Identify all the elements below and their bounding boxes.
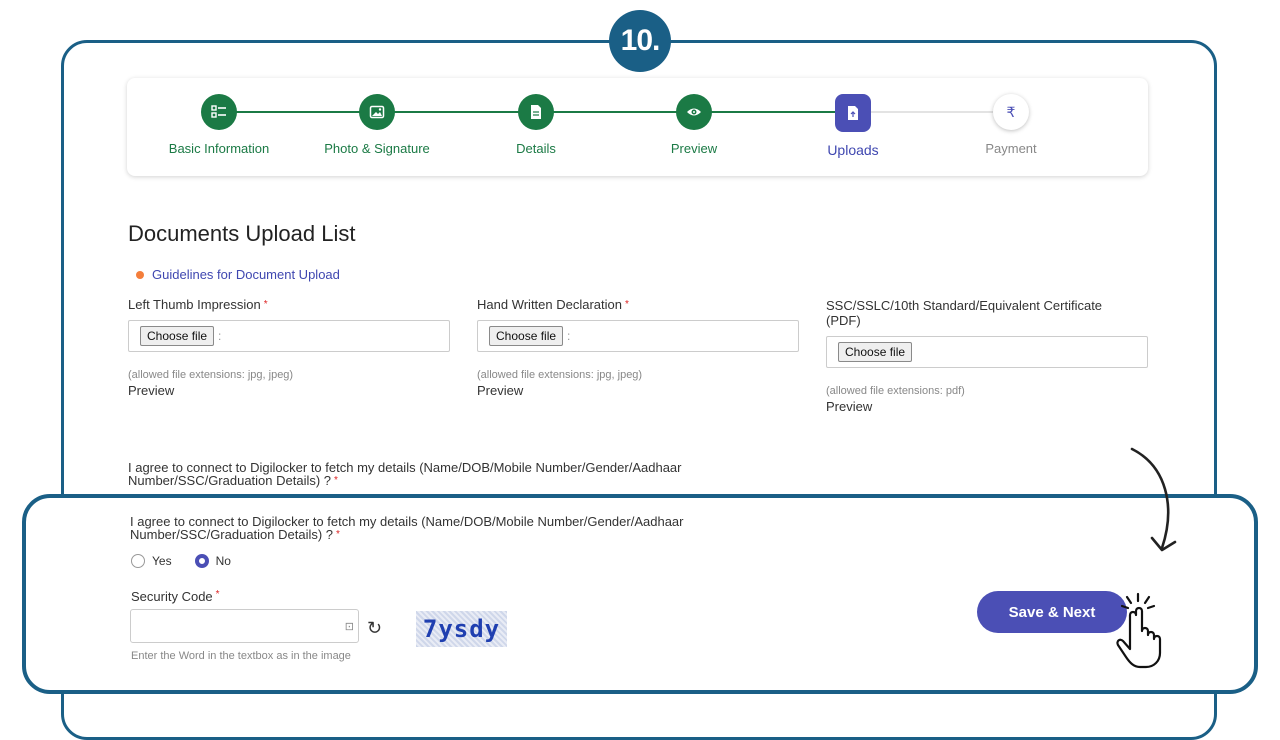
captcha-image: 7ysdy xyxy=(416,611,507,647)
step-photo-signature[interactable]: Photo & Signature xyxy=(297,94,457,156)
image-icon xyxy=(359,94,395,130)
zoomed-section-panel: I agree to connect to Digilocker to fetc… xyxy=(22,494,1258,694)
radio-yes-label: Yes xyxy=(152,554,172,568)
field-label-text: Left Thumb Impression xyxy=(128,297,261,312)
radio-no[interactable] xyxy=(194,554,209,568)
digilocker-consent-radio-group: Yes No xyxy=(131,554,231,568)
step-number-badge: 10. xyxy=(609,10,671,72)
preview-link[interactable]: Preview xyxy=(477,383,523,398)
file-separator: : xyxy=(567,329,571,343)
consent-text: I agree to connect to Digilocker to fetc… xyxy=(128,460,682,488)
file-extension-hint: (allowed file extensions: pdf) xyxy=(826,385,965,397)
preview-link[interactable]: Preview xyxy=(826,399,872,414)
digilocker-consent-question: I agree to connect to Digilocker to fetc… xyxy=(128,461,748,487)
eye-icon xyxy=(676,94,712,130)
step-label: Payment xyxy=(985,141,1037,156)
required-marker: * xyxy=(215,589,220,600)
step-payment[interactable]: ₹ Payment xyxy=(931,94,1091,156)
step-preview[interactable]: Preview xyxy=(614,94,774,156)
field-label-text: Hand Written Declaration xyxy=(477,297,622,312)
step-uploads[interactable]: Uploads xyxy=(773,94,933,158)
file-extension-hint: (allowed file extensions: jpg, jpeg) xyxy=(477,369,643,381)
ssc-certificate-label: SSC/SSLC/10th Standard/Equivalent Certif… xyxy=(826,298,1103,328)
step-label: Details xyxy=(516,141,556,156)
step-details[interactable]: Details xyxy=(456,94,616,156)
required-marker: * xyxy=(263,299,268,310)
security-code-input[interactable]: ⊡ xyxy=(130,609,359,643)
progress-stepper: Basic Information Photo & Signature Deta… xyxy=(127,78,1148,176)
upload-file-icon xyxy=(835,94,871,132)
choose-file-button[interactable]: Choose file xyxy=(489,326,564,346)
security-code-hint: Enter the Word in the textbox as in the … xyxy=(131,650,351,662)
required-marker: * xyxy=(625,299,629,310)
required-marker: * xyxy=(336,529,340,540)
guidelines-link-text: Guidelines for Document Upload xyxy=(152,267,340,282)
bullet-dot-icon xyxy=(136,270,144,279)
field-label-text: Security Code xyxy=(131,589,213,604)
refresh-captcha-icon[interactable]: ↻ xyxy=(367,618,382,639)
left-thumb-file-input[interactable]: Choose file: xyxy=(128,320,450,352)
step-label: Basic Information xyxy=(168,141,270,156)
document-icon xyxy=(518,94,554,130)
declaration-label: Hand Written Declaration * xyxy=(477,297,629,312)
step-label: Uploads xyxy=(827,142,879,158)
page-title: Documents Upload List xyxy=(128,221,356,246)
radio-yes[interactable] xyxy=(131,554,145,568)
declaration-file-input[interactable]: Choose file: xyxy=(477,320,799,352)
left-thumb-label: Left Thumb Impression * xyxy=(128,297,268,312)
file-extension-hint: (allowed file extensions: jpg, jpeg) xyxy=(128,369,294,381)
required-marker: * xyxy=(334,475,338,486)
step-basic-information[interactable]: Basic Information xyxy=(139,94,299,156)
pointing-hand-icon xyxy=(1116,592,1162,669)
step-label: Photo & Signature xyxy=(324,141,430,156)
radio-no-label: No xyxy=(215,554,231,568)
save-next-button[interactable]: Save & Next xyxy=(977,591,1127,633)
consent-text: I agree to connect to Digilocker to fetc… xyxy=(130,514,684,542)
guidelines-link[interactable]: Guidelines for Document Upload xyxy=(136,267,340,282)
ssc-certificate-file-input[interactable]: Choose file xyxy=(826,336,1148,368)
keyboard-icon[interactable]: ⊡ xyxy=(345,620,354,633)
choose-file-button[interactable]: Choose file xyxy=(838,342,913,362)
choose-file-button[interactable]: Choose file xyxy=(140,326,215,346)
security-code-label: Security Code * xyxy=(131,589,220,604)
digilocker-consent-question: I agree to connect to Digilocker to fetc… xyxy=(130,515,750,541)
preview-link[interactable]: Preview xyxy=(128,383,174,398)
rupee-icon: ₹ xyxy=(993,94,1029,130)
step-label: Preview xyxy=(670,141,718,156)
curved-arrow-icon xyxy=(1130,447,1177,552)
list-icon xyxy=(201,94,237,130)
file-separator: : xyxy=(218,329,222,343)
